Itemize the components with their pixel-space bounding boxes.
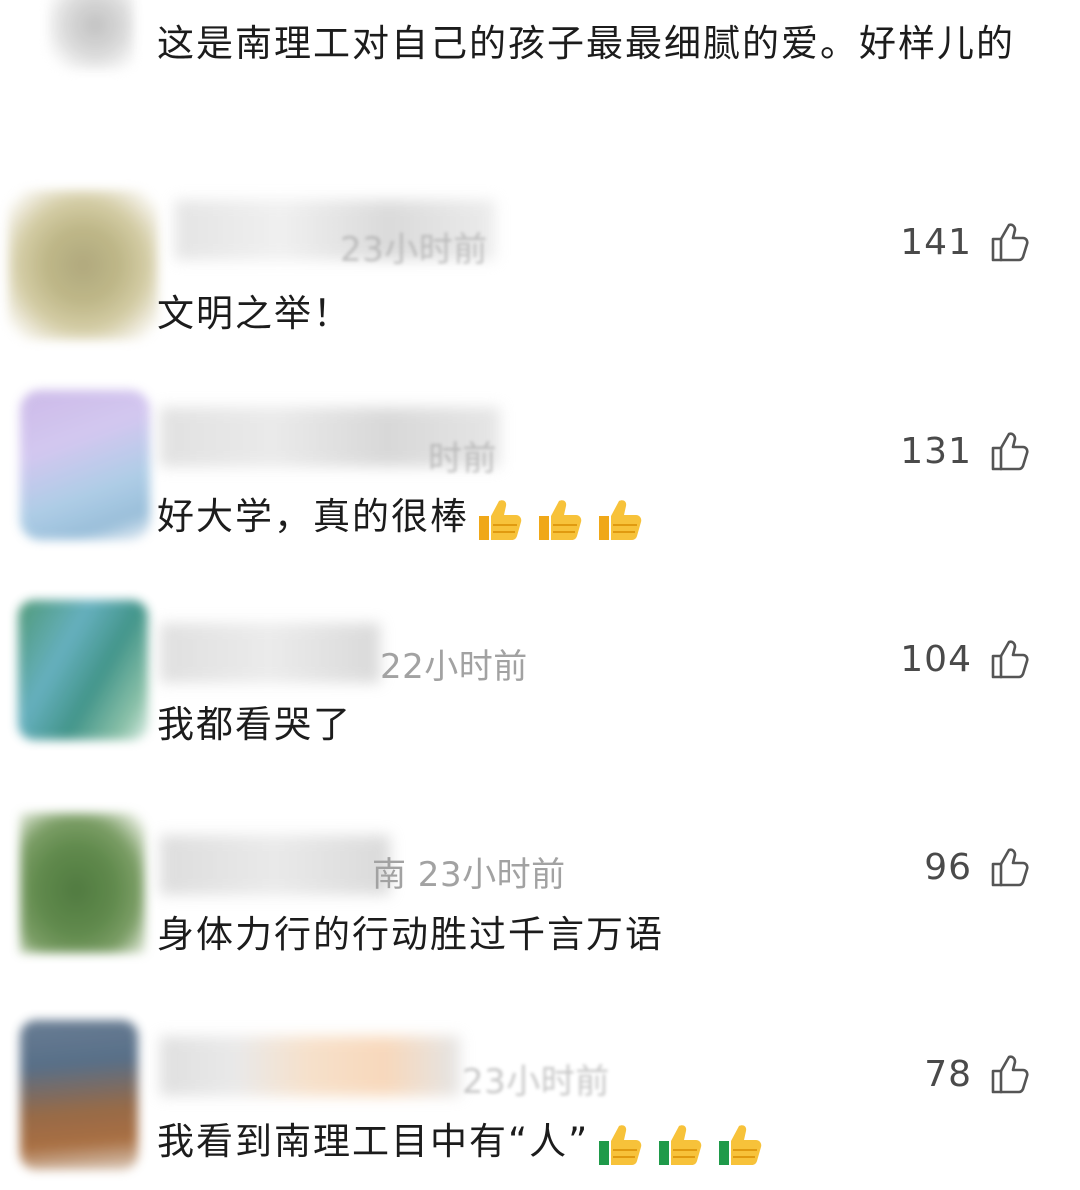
emoji-group xyxy=(473,492,647,546)
like-count: 141 xyxy=(900,221,972,263)
thumbs-up-icon[interactable] xyxy=(988,637,1032,681)
username-blurred[interactable] xyxy=(160,623,380,683)
comment-item: 23小时前 78 我看到南理工目中有“人” xyxy=(0,1012,1080,1190)
thumbs-up-emoji-icon xyxy=(719,1124,762,1165)
comment-text: 我看到南理工目中有“人” xyxy=(157,1112,1030,1172)
avatar[interactable] xyxy=(18,600,148,740)
username-blurred[interactable] xyxy=(160,1036,460,1096)
avatar[interactable] xyxy=(20,1020,138,1170)
like-count: 78 xyxy=(924,1053,972,1095)
like-count: 104 xyxy=(900,638,972,680)
like-count: 96 xyxy=(924,846,972,888)
like-group[interactable]: 131 xyxy=(900,429,1032,473)
comment-time: 23小时前 xyxy=(340,230,488,270)
comment-text: 文明之举！ xyxy=(157,292,352,335)
username-blurred[interactable] xyxy=(160,835,390,895)
comment-item: 23小时前 141 文明之举！ xyxy=(0,180,1080,370)
like-group[interactable]: 96 xyxy=(924,845,1032,889)
thumbs-up-icon[interactable] xyxy=(988,1052,1032,1096)
thumbs-up-emoji-icon xyxy=(659,1124,702,1165)
thumbs-up-emoji-icon xyxy=(479,499,522,540)
avatar[interactable] xyxy=(48,0,134,70)
thumbs-up-icon[interactable] xyxy=(988,429,1032,473)
avatar[interactable] xyxy=(8,190,158,340)
comment-item: 时前 131 好大学，真的很棒 xyxy=(0,385,1080,585)
comment-text: 身体力行的行动胜过千言万语 xyxy=(157,913,664,956)
like-group[interactable]: 141 xyxy=(900,220,1032,264)
comment-item: 这是南理工对自己的孩子最最细腻的爱。好样儿的 xyxy=(0,0,1080,150)
comment-time: 时前 xyxy=(428,439,497,479)
comment-text: 这是南理工对自己的孩子最最细腻的爱。好样儿的 xyxy=(157,22,1015,65)
like-group[interactable]: 78 xyxy=(924,1052,1032,1096)
comment-time: 南 23小时前 xyxy=(372,855,566,895)
comment-time: 23小时前 xyxy=(462,1062,610,1102)
thumbs-up-icon[interactable] xyxy=(988,845,1032,889)
comment-list: 这是南理工对自己的孩子最最细腻的爱。好样儿的 23小时前 141 文明之举！ 时… xyxy=(0,0,1080,1190)
comment-text: 好大学，真的很棒 xyxy=(157,487,1030,547)
comment-text: 我都看哭了 xyxy=(157,703,352,746)
avatar[interactable] xyxy=(20,390,150,540)
comment-time: 22小时前 xyxy=(380,647,528,687)
comment-item: 22小时前 104 我都看哭了 xyxy=(0,595,1080,790)
thumbs-up-emoji-icon xyxy=(599,1124,642,1165)
thumbs-up-emoji-icon xyxy=(599,499,642,540)
avatar[interactable] xyxy=(20,813,145,953)
comment-item: 南 23小时前 96 身体力行的行动胜过千言万语 xyxy=(0,805,1080,1000)
thumbs-up-icon[interactable] xyxy=(988,220,1032,264)
like-count: 131 xyxy=(900,430,972,472)
like-group[interactable]: 104 xyxy=(900,637,1032,681)
thumbs-up-emoji-icon xyxy=(539,499,582,540)
emoji-group xyxy=(593,1117,767,1171)
